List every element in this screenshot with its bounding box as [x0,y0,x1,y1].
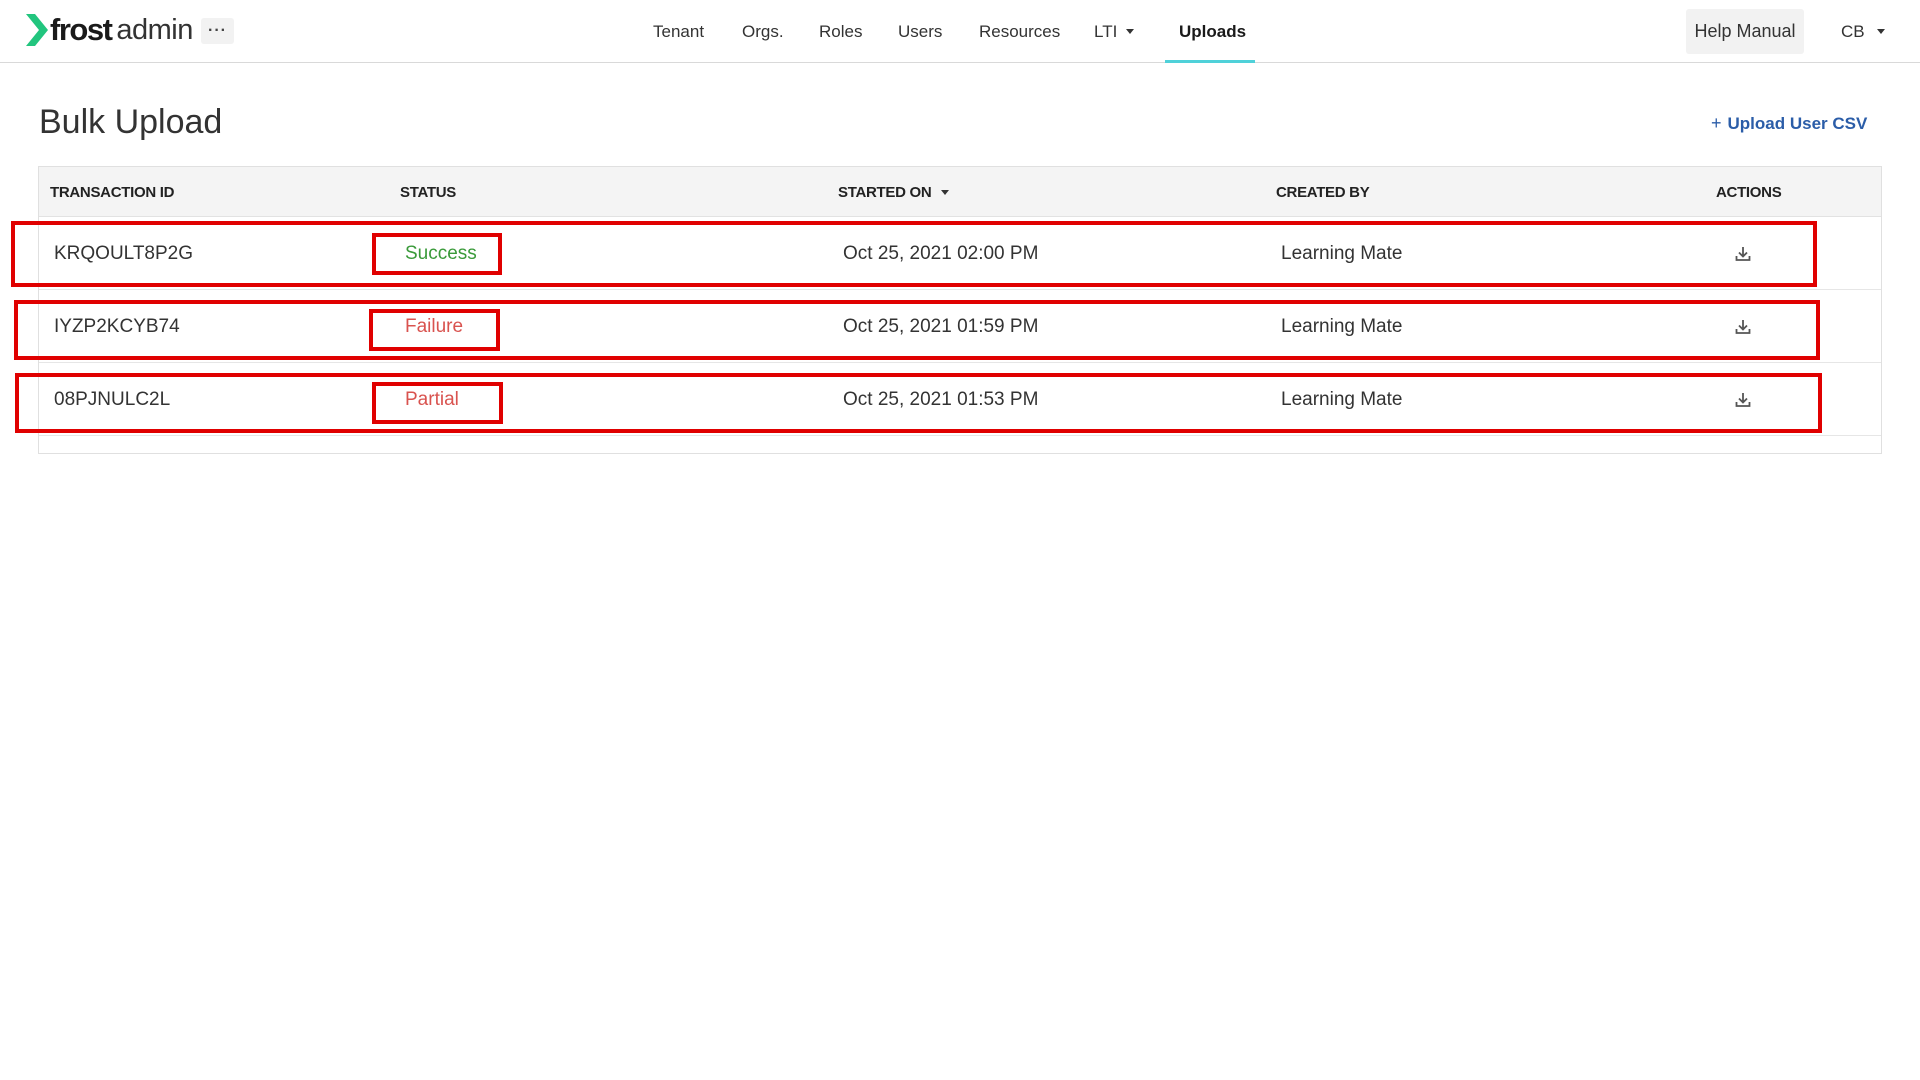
nav-tab-roles[interactable]: Roles [819,0,862,63]
upload-user-csv-button[interactable]: + Upload User CSV [1711,113,1867,134]
download-button[interactable] [1734,363,1752,436]
caret-down-icon [1126,29,1135,34]
created-by-cell: Learning Mate [1281,388,1403,410]
transaction-id-cell: KRQOULT8P2G [54,242,194,264]
status-badge: Partial [405,388,459,410]
more-options-button[interactable]: ··· [201,18,234,44]
page-title: Bulk Upload [39,103,223,141]
nav-tab-users[interactable]: Users [898,0,942,63]
user-initials: CB [1841,21,1865,41]
logo-text-frost: frost [50,12,113,47]
frost-admin-logo[interactable]: frost admin [26,12,193,48]
column-header-transaction-id: TRANSACTION ID [50,183,175,201]
table-header: TRANSACTION ID STATUS STARTED ON CREATED… [39,167,1881,217]
table-row: 08PJNULC2L Partial Oct 25, 2021 01:53 PM… [39,363,1881,436]
table-row: KRQOULT8P2G Success Oct 25, 2021 02:00 P… [39,217,1881,290]
upload-user-csv-label: Upload User CSV [1727,113,1868,133]
download-icon [1735,392,1751,407]
transaction-id-cell: IYZP2KCYB74 [54,315,180,337]
nav-tab-lti[interactable]: LTI [1094,0,1135,63]
column-header-actions: ACTIONS [1716,183,1782,201]
download-button[interactable] [1734,290,1752,363]
status-badge: Failure [405,315,464,337]
nav-tab-orgs[interactable]: Orgs. [742,0,784,63]
status-badge: Success [405,242,477,264]
table-row: IYZP2KCYB74 Failure Oct 25, 2021 01:59 P… [39,290,1881,363]
started-on-cell: Oct 25, 2021 01:53 PM [843,388,1039,410]
column-header-created-by: CREATED BY [1276,183,1370,201]
download-button[interactable] [1734,217,1752,290]
transaction-id-cell: 08PJNULC2L [54,388,171,410]
started-on-cell: Oct 25, 2021 01:59 PM [843,315,1039,337]
download-icon [1735,246,1751,261]
nav-tab-uploads[interactable]: Uploads [1179,0,1246,63]
column-header-started-on[interactable]: STARTED ON [838,167,950,217]
column-header-status: STATUS [400,183,456,201]
download-icon [1735,319,1751,334]
column-header-started-on-label: STARTED ON [838,183,932,201]
more-dots-icon: ··· [208,22,227,39]
help-manual-button[interactable]: Help Manual [1686,9,1804,54]
frost-chevron-icon [26,14,48,46]
nav-tab-tenant[interactable]: Tenant [653,0,704,63]
sort-descending-icon [941,189,950,195]
caret-down-icon [1876,29,1885,34]
created-by-cell: Learning Mate [1281,315,1403,337]
top-navigation-bar: frost admin ··· Tenant Orgs. Roles Users… [0,0,1920,63]
nav-tab-lti-label: LTI [1094,21,1118,41]
plus-icon: + [1711,113,1722,133]
active-tab-indicator [1165,60,1255,63]
bulk-upload-table: TRANSACTION ID STATUS STARTED ON CREATED… [38,166,1882,454]
user-menu[interactable]: CB [1841,0,1885,63]
logo-text-admin: admin [116,13,193,46]
started-on-cell: Oct 25, 2021 02:00 PM [843,242,1039,264]
nav-tab-resources[interactable]: Resources [979,0,1060,63]
created-by-cell: Learning Mate [1281,242,1403,264]
